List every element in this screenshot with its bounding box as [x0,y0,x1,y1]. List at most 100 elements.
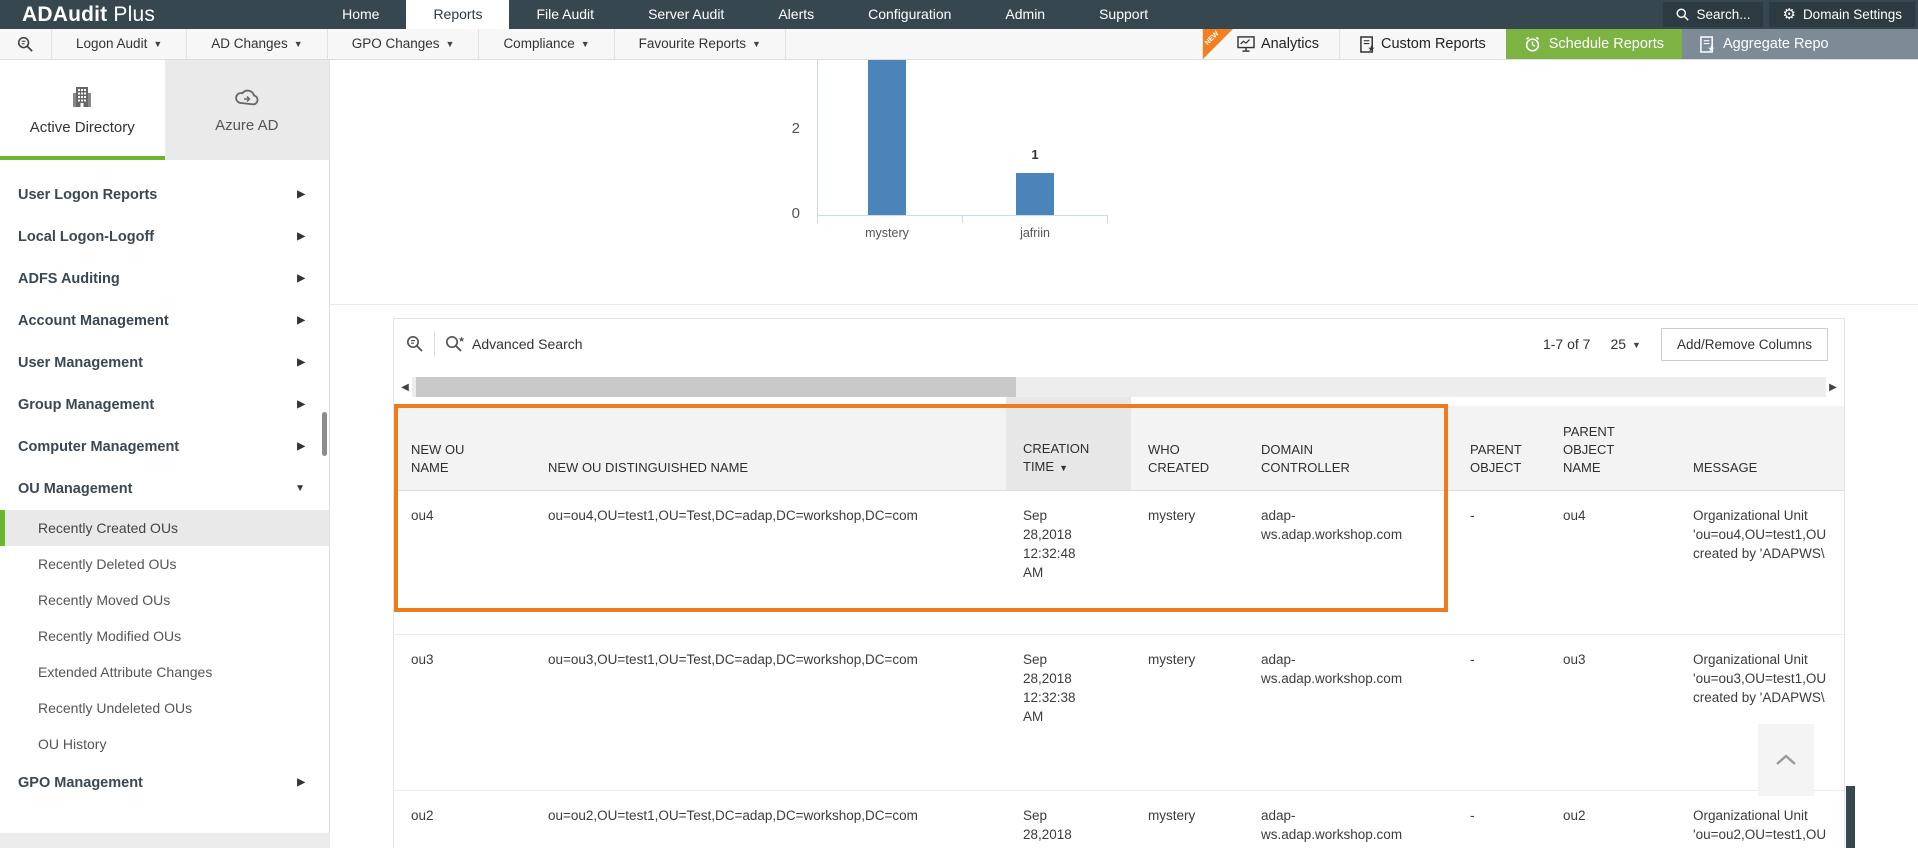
page-size-dropdown[interactable]: 25 ▼ [1610,336,1641,352]
menu-gpo-changes[interactable]: GPO Changes ▼ [328,29,480,59]
cell-message: Organizational Unit 'ou=ou4,OU=test1,OU … [1693,508,1827,561]
table-row[interactable]: ou3 ou=ou3,OU=test1,OU=Test,DC=adap,DC=w… [394,635,1844,791]
sidebar-item-recently-moved-ous[interactable]: Recently Moved OUs [0,582,329,618]
chart-ytick-label: 0 [791,205,800,222]
nav-tab-configuration[interactable]: Configuration [841,0,978,29]
nav-tab-support[interactable]: Support [1072,0,1175,29]
menu-ad-changes[interactable]: AD Changes ▼ [187,29,328,59]
col-header-label: PARENT OBJECT NAME [1563,424,1615,475]
custom-reports-label: Custom Reports [1380,36,1486,52]
sidebar-item-group-management[interactable]: Group Management ▶ [0,384,329,426]
report-table-panel: ★ Advanced Search 1-7 of 7 25 ▼ Add/Remov… [393,318,1845,848]
cell-parent-object: - [1470,808,1475,823]
chevron-right-icon: ▶ [297,273,305,284]
sidebar-item-computer-management[interactable]: Computer Management ▶ [0,426,329,468]
col-header-parent-object[interactable]: PARENT OBJECT [1453,406,1546,490]
sidebar-item-recently-created-ous[interactable]: Recently Created OUs [0,510,329,546]
horizontal-scrollbar-thumb[interactable] [416,377,1016,397]
report-toolbar-right: NEW Analytics ★ Custom Reports Schedule … [1201,29,1918,59]
sidebar-scrollbar-thumb[interactable] [322,412,327,456]
menu-ad-changes-label: AD Changes [211,36,288,51]
chevron-down-icon: ▼ [295,483,305,494]
cell-new-ou-name: ou3 [411,652,434,667]
scroll-to-top-button[interactable] [1758,724,1814,796]
nav-tab-alerts[interactable]: Alerts [751,0,841,29]
menu-compliance[interactable]: Compliance ▼ [479,29,615,59]
advanced-search-label[interactable]: Advanced Search [472,336,583,352]
aggregate-reports-button[interactable]: ★ Aggregate Repo [1682,29,1918,59]
schedule-reports-button[interactable]: Schedule Reports [1505,29,1682,59]
sidebar-item-label: OU Management [18,481,133,497]
sidebar-item-local-logon-logoff[interactable]: Local Logon-Logoff ▶ [0,216,329,258]
tab-active-directory[interactable]: Active Directory [0,60,165,160]
nav-tab-file-audit[interactable]: File Audit [509,0,621,29]
sidebar-item-recently-deleted-ous[interactable]: Recently Deleted OUs [0,546,329,582]
table-row[interactable]: ou4 ou=ou4,OU=test1,OU=Test,DC=adap,DC=w… [394,491,1844,635]
col-header-new-ou-name[interactable]: NEW OU NAME [394,406,531,490]
cell-new-ou-name: ou4 [411,508,434,523]
sidebar-item-recently-modified-ous[interactable]: Recently Modified OUs [0,618,329,654]
col-header-label: MESSAGE [1693,460,1758,475]
nav-tab-admin[interactable]: Admin [978,0,1072,29]
nav-tab-home[interactable]: Home [315,0,406,29]
app-logo[interactable]: ADAudit Plus [0,0,165,29]
chevron-up-icon [1775,754,1797,766]
menu-favourite-reports[interactable]: Favourite Reports ▼ [615,29,786,59]
column-search-icon[interactable] [406,335,424,353]
custom-reports-button[interactable]: ★ Custom Reports [1338,29,1506,59]
report-toolbar-left: Logon Audit ▼ AD Changes ▼ GPO Changes ▼ Co… [0,29,786,59]
report-search-button[interactable] [0,29,52,59]
add-remove-columns-button[interactable]: Add/Remove Columns [1660,327,1828,361]
col-header-who-created[interactable]: WHO CREATED [1131,406,1244,490]
domain-settings-button[interactable]: ⚙ Domain Settings [1769,2,1915,27]
sidebar-item-extended-attribute-changes[interactable]: Extended Attribute Changes [0,654,329,690]
tab-active-directory-label: Active Directory [29,118,135,136]
col-header-domain-controller[interactable]: DOMAIN CONTROLLER [1244,406,1453,490]
sidebar-item-user-logon-reports[interactable]: User Logon Reports ▶ [0,174,329,216]
tab-azure-ad[interactable]: Azure AD [164,60,329,160]
document-star-icon: ★ [1360,35,1375,53]
table-controls-right: 1-7 of 7 25 ▼ Add/Remove Columns [1543,327,1834,361]
col-header-parent-object-name[interactable]: PARENT OBJECT NAME [1546,406,1676,490]
sidebar-item-account-management[interactable]: Account Management ▶ [0,300,329,342]
chart-category-label: mystery [865,226,909,240]
table-header-row: NEW OU NAME NEW OU DISTINGUISHED NAME CR… [394,406,1844,491]
sidebar-item-recently-undeleted-ous[interactable]: Recently Undeleted OUs [0,690,329,726]
col-header-creation-time[interactable]: CREATION TIME ▼ [1006,406,1131,490]
col-header-label: WHO CREATED [1148,442,1210,475]
menu-compliance-label: Compliance [503,36,575,51]
cell-domain-controller: adap-ws.adap.workshop.com [1261,808,1403,842]
nav-tab-server-audit[interactable]: Server Audit [621,0,751,29]
sidebar-item-ou-management[interactable]: OU Management ▼ [0,468,329,510]
menu-logon-audit[interactable]: Logon Audit ▼ [52,29,188,59]
table-search-row: ★ Advanced Search 1-7 of 7 25 ▼ Add/Remov… [394,319,1844,369]
global-search-button[interactable]: Search... [1663,2,1764,27]
report-toolbar: Logon Audit ▼ AD Changes ▼ GPO Changes ▼ Co… [0,29,1918,60]
col-header-label: DOMAIN CONTROLLER [1261,442,1350,475]
cell-creation-time: Sep 28,2018 12:32:38 AM [1023,652,1076,724]
sidebar-item-user-management[interactable]: User Management ▶ [0,342,329,384]
sidebar-item-ou-history[interactable]: OU History [0,726,329,762]
vertical-scrollbar-thumb[interactable] [1846,786,1855,848]
scroll-right-arrow-icon[interactable]: ▶ [1826,382,1840,393]
horizontal-scrollbar-track[interactable] [412,377,1826,397]
col-header-message[interactable]: MESSAGE [1676,406,1846,490]
nav-tab-reports[interactable]: Reports [406,0,510,29]
sidebar-item-adfs-auditing[interactable]: ADFS Auditing ▶ [0,258,329,300]
chevron-right-icon: ▶ [297,315,305,326]
sorted-column-cap [1006,397,1131,406]
advanced-search-icon[interactable]: ★ [445,335,464,353]
svg-text:★: ★ [1708,43,1716,52]
col-header-new-ou-distinguished-name[interactable]: NEW OU DISTINGUISHED NAME [531,406,1006,490]
cell-domain-controller: adap-ws.adap.workshop.com [1261,508,1403,542]
scroll-left-arrow-icon[interactable]: ◀ [398,382,412,393]
svg-text:★: ★ [1367,43,1375,52]
sidebar-item-gpo-management[interactable]: GPO Management ▶ [0,762,329,804]
cell-who-created: mystery [1148,508,1196,523]
sidebar-subitem-label: Extended Attribute Changes [38,664,213,680]
analytics-button[interactable]: NEW Analytics [1201,29,1339,59]
tab-azure-ad-label: Azure AD [215,116,279,134]
cell-domain-controller: adap-ws.adap.workshop.com [1261,652,1403,686]
table-row[interactable]: ou2 ou=ou2,OU=test1,OU=Test,DC=adap,DC=w… [394,791,1844,848]
chart-bar [868,60,906,215]
